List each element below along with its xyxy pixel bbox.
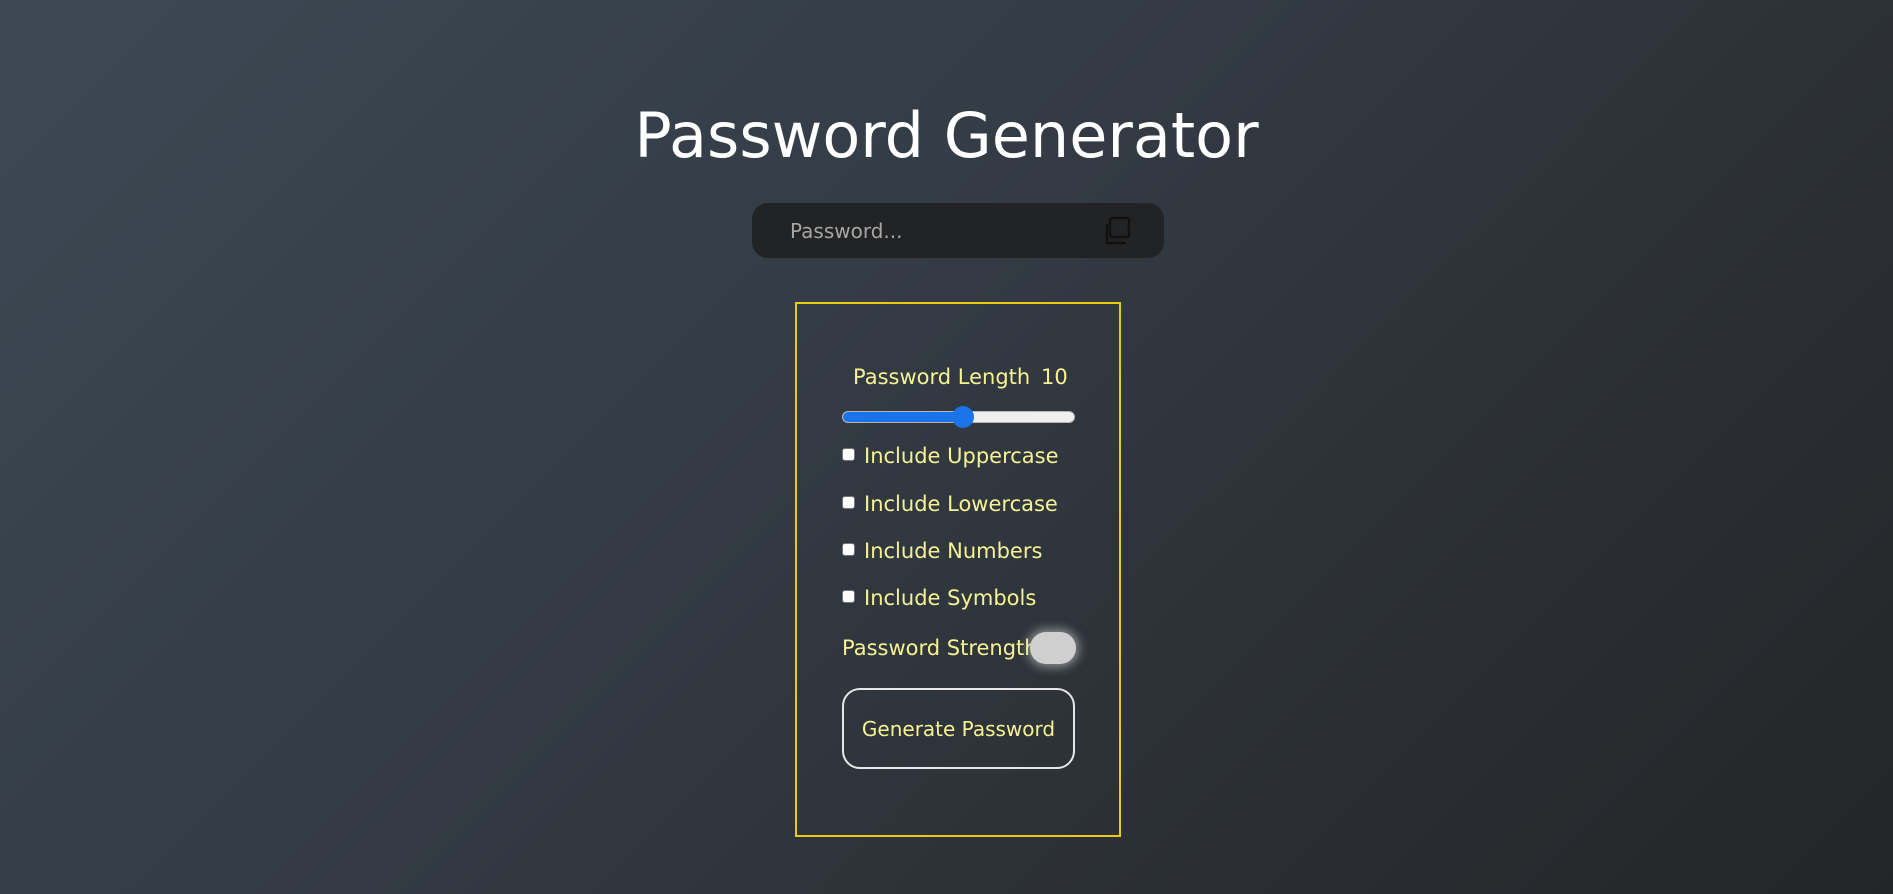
page-title: Password Generator: [634, 99, 1259, 172]
numbers-checkbox[interactable]: [842, 543, 855, 556]
length-value: 10: [1041, 365, 1068, 389]
strength-label: Password Strength: [842, 636, 1038, 660]
settings-panel: Password Length 10 Include Uppercase Inc…: [795, 302, 1121, 837]
length-slider[interactable]: [842, 406, 1075, 428]
generate-password-button[interactable]: Generate Password: [842, 688, 1075, 769]
slider-thumb[interactable]: [952, 406, 974, 428]
uppercase-label: Include Uppercase: [864, 444, 1059, 468]
password-field[interactable]: [790, 211, 1090, 250]
lowercase-checkbox[interactable]: [842, 496, 855, 509]
slider-fill: [843, 412, 964, 422]
symbols-checkbox[interactable]: [842, 590, 855, 603]
strength-indicator: [1030, 632, 1076, 664]
symbols-label: Include Symbols: [864, 586, 1037, 610]
password-display: [752, 203, 1164, 258]
lowercase-label: Include Lowercase: [864, 492, 1058, 516]
uppercase-checkbox[interactable]: [842, 448, 855, 461]
numbers-label: Include Numbers: [864, 539, 1043, 563]
length-label: Password Length: [853, 365, 1031, 389]
copy-icon[interactable]: [1102, 216, 1132, 246]
